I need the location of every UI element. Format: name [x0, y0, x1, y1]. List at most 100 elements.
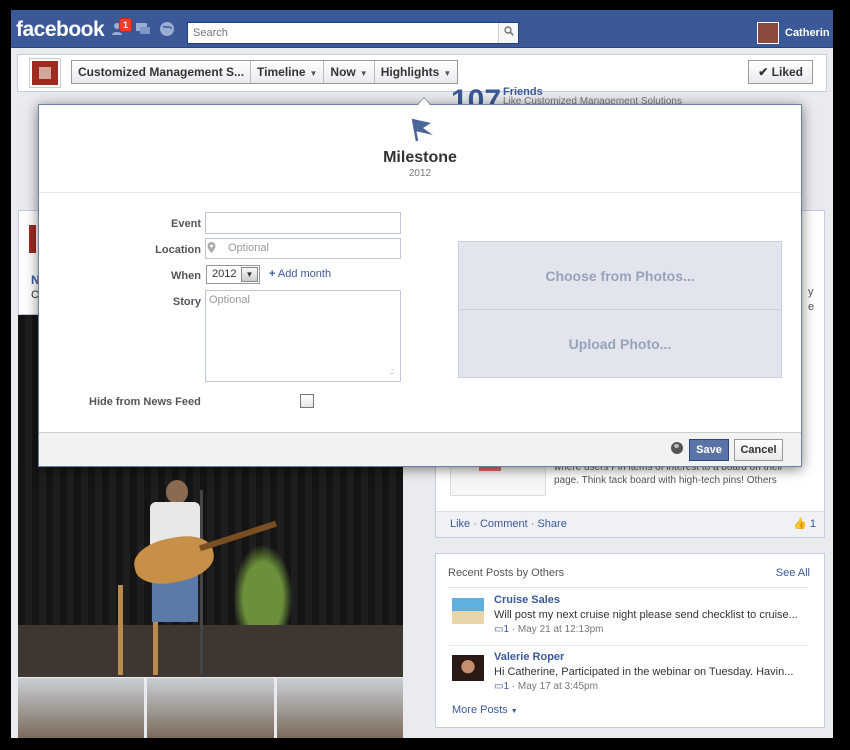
thumbs-up-icon: 👍 — [793, 518, 807, 530]
plant — [228, 535, 298, 625]
tab-highlights[interactable]: Highlights ▼ — [375, 61, 458, 83]
page-thumbnail[interactable] — [29, 58, 61, 88]
milestone-dialog: Milestone 2012 Event Location Optional W… — [38, 97, 802, 467]
milestone-year: 2012 — [408, 168, 432, 179]
plus-icon: + — [269, 268, 276, 280]
tab-label: Highlights — [380, 65, 440, 79]
stage-floor — [18, 625, 403, 677]
page-header: Customized Management S... Timeline ▼ Now… — [17, 54, 827, 92]
share-link[interactable]: Share — [537, 518, 566, 530]
divider — [448, 645, 808, 646]
location-label: Location — [155, 244, 201, 256]
page-tabs: Customized Management S... Timeline ▼ Now… — [71, 60, 459, 84]
mic-stand — [200, 490, 203, 675]
user-profile-link[interactable]: Catherin — [757, 22, 830, 44]
upload-photo-button[interactable]: Upload Photo... — [459, 310, 781, 378]
photo-thumbnail[interactable] — [18, 678, 145, 738]
chevron-down-icon: ▼ — [359, 69, 368, 78]
like-link[interactable]: Like — [450, 518, 470, 530]
chevron-down-icon: ▼ — [443, 69, 452, 78]
avatar — [757, 22, 779, 44]
recent-posts-header: Recent Posts by Others — [448, 567, 565, 579]
comment-count[interactable]: 1 — [503, 681, 509, 692]
search-icon[interactable] — [498, 23, 518, 43]
guitarist-head — [166, 480, 188, 504]
more-posts-label: More Posts — [452, 704, 508, 716]
post-author-name[interactable]: Valerie Roper — [494, 651, 564, 663]
dialog-footer: Save Cancel — [39, 432, 801, 466]
tab-label: Timeline — [257, 65, 306, 79]
notifications-globe-icon[interactable] — [159, 21, 175, 37]
tab-now[interactable]: Now ▼ — [324, 61, 375, 83]
user-name: Catherin — [785, 27, 830, 39]
divider — [448, 587, 808, 588]
search-box — [187, 22, 519, 44]
search-input[interactable] — [188, 23, 488, 43]
see-all-link[interactable]: See All — [776, 567, 810, 579]
milestone-header: Milestone 2012 — [39, 105, 801, 193]
post-author-name[interactable]: Cruise Sales — [494, 594, 560, 606]
list-item: Cruise Sales Will post my next cruise ni… — [452, 594, 812, 635]
tab-label: Customized Management S... — [78, 65, 245, 79]
hide-from-feed-label: Hide from News Feed — [89, 396, 201, 408]
post-side-text: e — [808, 301, 815, 313]
hide-from-feed-checkbox[interactable] — [300, 394, 314, 408]
location-pin-icon — [207, 242, 216, 256]
year-select-value: 2012 — [212, 268, 237, 280]
more-posts-link[interactable]: More Posts ▼ — [452, 704, 518, 716]
post-message: Will post my next cruise night please se… — [494, 609, 798, 621]
post-meta: ▭1 · May 17 at 3:45pm — [494, 681, 598, 692]
chevron-down-icon: ▼ — [241, 267, 258, 282]
story-label: Story — [172, 296, 201, 308]
checkmark-icon: ✔ — [758, 65, 769, 79]
notification-badge: 1 — [119, 18, 133, 32]
dialog-pointer — [417, 97, 431, 105]
post-time[interactable]: May 17 at 3:45pm — [518, 681, 598, 692]
recent-posts-box: Recent Posts by Others See All Cruise Sa… — [435, 553, 825, 728]
tab-page-name[interactable]: Customized Management S... — [72, 61, 252, 83]
post-author-avatar[interactable] — [452, 655, 484, 681]
post-meta: ▭1 · May 21 at 12:13pm — [494, 624, 604, 635]
privacy-globe-icon[interactable] — [671, 442, 683, 454]
liked-button[interactable]: ✔ Liked — [748, 60, 813, 84]
location-field[interactable]: Optional — [205, 238, 401, 259]
resize-handle-icon[interactable]: .: — [390, 366, 394, 376]
when-label: When — [171, 270, 201, 282]
top-bar: facebook 1 Catherin — [11, 10, 833, 48]
tab-label: Now — [330, 65, 356, 79]
post-side-text: y — [808, 286, 814, 298]
post-message: Hi Catherine, Participated in the webina… — [494, 666, 794, 678]
photo-thumbnails — [18, 678, 403, 738]
cancel-button[interactable]: Cancel — [734, 439, 783, 461]
like-count[interactable]: 👍 1 — [793, 517, 816, 530]
post-author-thumb — [29, 225, 36, 253]
list-item: Valerie Roper Hi Catherine, Participated… — [452, 651, 812, 692]
add-month-link[interactable]: + Add month — [269, 268, 331, 280]
year-select[interactable]: 2012 ▼ — [206, 265, 260, 284]
messages-icon[interactable] — [135, 21, 151, 37]
chevron-down-icon: ▼ — [309, 69, 318, 78]
chevron-down-icon: ▼ — [510, 708, 518, 715]
add-month-label: Add month — [277, 268, 332, 280]
flag-icon — [407, 115, 437, 143]
story-placeholder: Optional — [209, 294, 250, 306]
choose-from-photos-button[interactable]: Choose from Photos... — [459, 242, 781, 310]
liked-label: Liked — [771, 65, 803, 79]
milestone-title: Milestone — [383, 149, 457, 166]
post-author-avatar[interactable] — [452, 598, 484, 624]
photo-thumbnail[interactable] — [147, 678, 274, 738]
photo-picker: Choose from Photos... Upload Photo... — [458, 241, 782, 378]
post-time[interactable]: May 21 at 12:13pm — [518, 624, 604, 635]
event-label: Event — [171, 218, 201, 230]
save-button[interactable]: Save — [689, 439, 729, 461]
facebook-logo[interactable]: facebook — [16, 18, 105, 42]
story-textarea[interactable]: Optional .: — [205, 290, 401, 382]
comment-count[interactable]: 1 — [503, 624, 509, 635]
event-field[interactable] — [205, 212, 401, 234]
tab-timeline[interactable]: Timeline ▼ — [251, 61, 325, 83]
like-count-value: 1 — [809, 518, 816, 530]
post-actions: Like · Comment · Share 👍 1 — [436, 511, 824, 537]
comment-link[interactable]: Comment — [480, 518, 528, 530]
photo-thumbnail[interactable] — [276, 678, 403, 738]
separator: · — [473, 518, 480, 530]
